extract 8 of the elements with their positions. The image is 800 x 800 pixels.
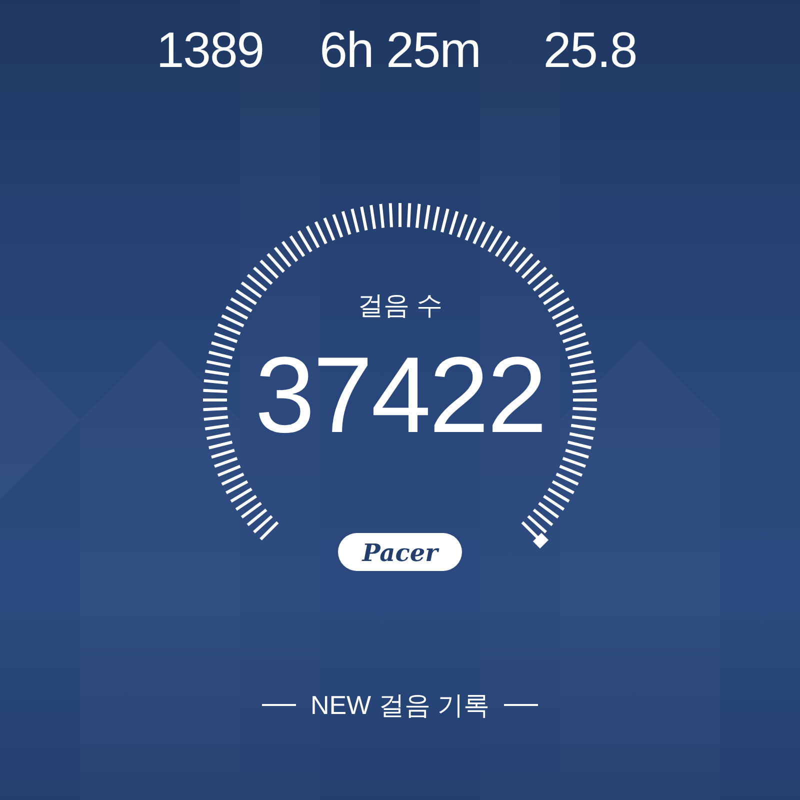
stat-value: 6h 25m bbox=[318, 21, 482, 80]
stat-value: 1389 bbox=[155, 21, 265, 80]
stat-value: 25.8 bbox=[542, 21, 638, 80]
record-caption: NEW 걸음 기록 bbox=[310, 690, 490, 720]
steps-label: 걸음 수 bbox=[357, 290, 443, 320]
brand-logo: Pacer bbox=[338, 533, 462, 571]
step-count: 37422 bbox=[254, 340, 546, 450]
gauge-end-marker bbox=[532, 532, 548, 548]
